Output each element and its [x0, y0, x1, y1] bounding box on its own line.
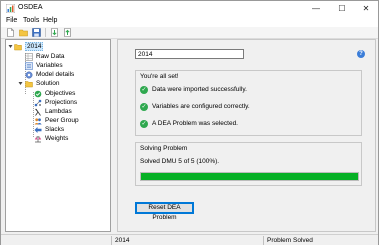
menu-help[interactable]: Help	[43, 17, 57, 24]
tree-item-objectives[interactable]: Objectives	[34, 89, 75, 98]
project-icon	[14, 43, 22, 50]
check-text: Variables are configured correctly.	[152, 103, 250, 110]
help-icon[interactable]: ?	[357, 50, 365, 58]
save-icon[interactable]	[32, 28, 41, 37]
variables-icon	[25, 61, 33, 70]
problem-name-input[interactable]	[135, 49, 244, 59]
window-title: OSDEA	[18, 4, 43, 11]
status-problem-name: 2014	[115, 237, 130, 244]
raw-data-icon	[25, 52, 33, 61]
panel-splitter[interactable]	[113, 39, 115, 232]
peer-group-icon	[34, 117, 42, 124]
status-bar: 2014 Problem Solved	[1, 234, 378, 245]
project-tree[interactable]: 2014 Raw Data Variables Model details So…	[5, 39, 111, 232]
tree-label: Projections	[45, 99, 78, 106]
check-text: Data were imported successfully.	[152, 86, 247, 93]
tree-label: Slacks	[45, 126, 65, 133]
tree-item-peer-group[interactable]: Peer Group	[34, 116, 79, 125]
tree-label: Peer Group	[45, 117, 79, 124]
solution-icon	[25, 80, 33, 87]
model-details-icon	[25, 71, 33, 78]
checkmark-icon: ✓	[140, 119, 148, 128]
projections-icon	[34, 99, 42, 106]
tree-item-lambdas[interactable]: Lambdas	[34, 107, 72, 116]
app-icon	[6, 4, 15, 13]
status-divider	[111, 236, 112, 245]
new-file-icon[interactable]	[6, 28, 15, 37]
menu-tools[interactable]: Tools	[23, 17, 39, 24]
status-cell-info	[5, 236, 109, 245]
toolbar-separator	[45, 28, 46, 37]
export-icon[interactable]	[63, 28, 72, 37]
lambda-icon	[35, 108, 41, 116]
tree-item-solution[interactable]: Solution	[25, 79, 60, 88]
status-problem-state: Problem Solved	[267, 237, 313, 244]
solving-title: Solving Problem	[140, 145, 188, 152]
tree-label: Weights	[45, 135, 69, 142]
toolbar	[1, 27, 378, 39]
tree-label: Raw Data	[36, 53, 65, 60]
checkmark-icon: ✓	[140, 102, 148, 111]
collapse-icon[interactable]	[18, 81, 23, 86]
close-button[interactable]: ✕	[353, 1, 379, 16]
tree-label: Objectives	[45, 90, 76, 97]
solving-status-text: Solved DMU 5 of 5 (100%).	[140, 158, 220, 165]
tree-item-weights[interactable]: Weights	[34, 134, 68, 143]
slacks-icon	[34, 126, 42, 133]
open-folder-icon[interactable]	[19, 28, 28, 37]
check-row: ✓ A DEA Problem was selected.	[140, 119, 238, 128]
close-icon: ✕	[362, 4, 370, 13]
checkmark-icon: ✓	[140, 85, 148, 94]
tree-label: Variables	[36, 62, 63, 69]
weights-icon	[34, 135, 42, 142]
import-icon[interactable]	[50, 28, 59, 37]
minimize-button[interactable]: —	[303, 1, 329, 16]
check-text: A DEA Problem was selected.	[152, 120, 238, 127]
menu-bar: File Tools Help	[1, 16, 378, 27]
solve-progress-bar	[140, 172, 359, 181]
check-row: ✓ Variables are configured correctly.	[140, 102, 250, 111]
maximize-button[interactable]: ☐	[329, 1, 355, 16]
objectives-icon	[34, 90, 42, 97]
app-window: OSDEA — ☐ ✕ File Tools Help 2014 Raw Dat…	[0, 0, 379, 245]
status-title: You're all set!	[140, 73, 179, 80]
tree-label: Lambdas	[45, 108, 72, 115]
tree-item-model-details[interactable]: Model details	[25, 70, 74, 79]
solving-group: Solving Problem Solved DMU 5 of 5 (100%)…	[135, 142, 362, 186]
collapse-icon[interactable]	[8, 44, 13, 49]
tree-item-variables[interactable]: Variables	[25, 61, 63, 70]
tree-item-root[interactable]: 2014	[14, 42, 44, 51]
check-row: ✓ Data were imported successfully.	[140, 85, 247, 94]
title-bar[interactable]: OSDEA — ☐ ✕	[1, 1, 378, 16]
tree-label: Model details	[36, 71, 75, 78]
minimize-icon: —	[312, 4, 320, 13]
status-group: You're all set! ✓ Data were imported suc…	[135, 70, 362, 136]
tree-item-raw-data[interactable]: Raw Data	[25, 52, 65, 61]
tree-item-projections[interactable]: Projections	[34, 98, 77, 107]
tree-label: Solution	[36, 80, 60, 87]
progress-fill	[141, 173, 358, 180]
tree-root-label: 2014	[25, 42, 44, 51]
menu-file[interactable]: File	[6, 17, 17, 24]
main-panel: ? You're all set! ✓ Data were imported s…	[117, 39, 376, 232]
maximize-icon: ☐	[338, 4, 346, 13]
reset-dea-problem-button[interactable]: Reset DEA Problem	[135, 202, 194, 221]
status-divider	[263, 236, 264, 245]
tree-item-slacks[interactable]: Slacks	[34, 125, 64, 134]
